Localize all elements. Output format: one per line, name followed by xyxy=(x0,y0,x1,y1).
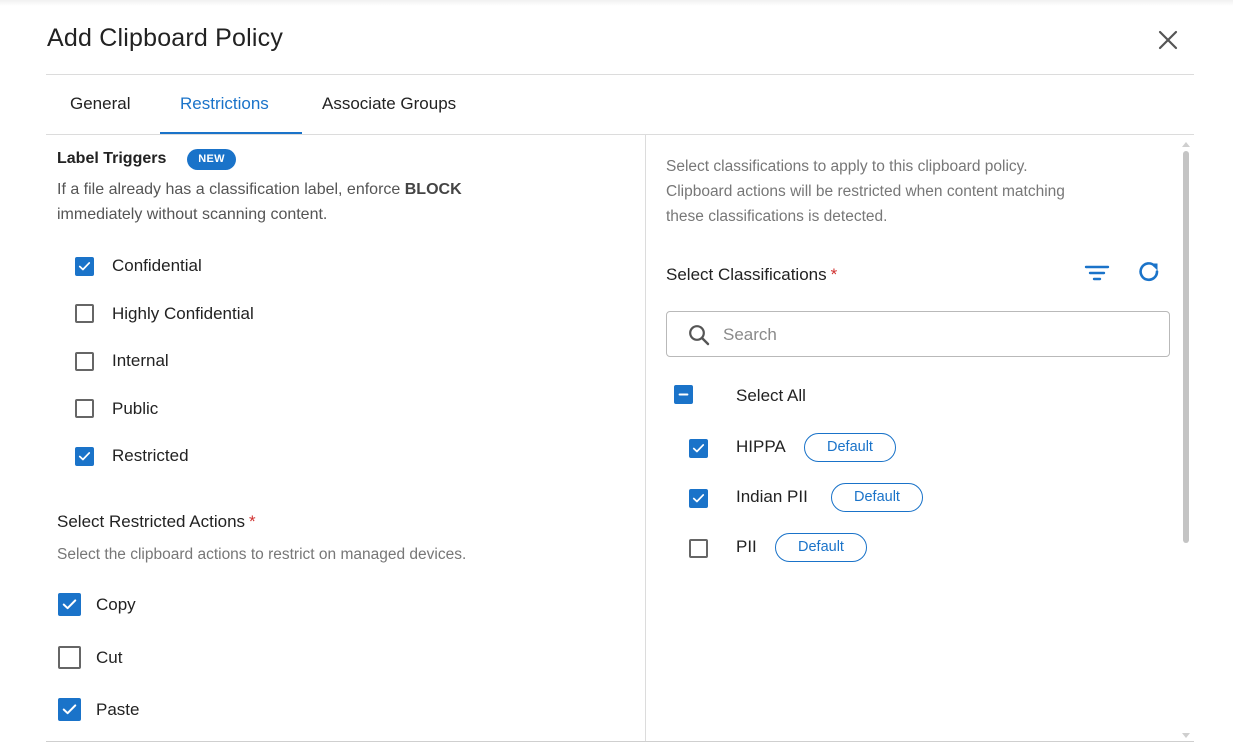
checkbox-internal[interactable] xyxy=(75,352,94,371)
description-bold: BLOCK xyxy=(404,181,462,198)
required-mark: * xyxy=(830,265,838,284)
label-paste: Paste xyxy=(96,700,140,719)
check-icon xyxy=(78,452,91,461)
label-triggers-description: If a file already has a classification l… xyxy=(57,177,617,227)
check-icon xyxy=(78,262,91,271)
panel-divider xyxy=(645,135,646,742)
label-confidential: Confidential xyxy=(112,256,202,275)
classifications-desc-line2: Clipboard actions will be restricted whe… xyxy=(666,183,1065,200)
checkbox-indian-pii[interactable] xyxy=(689,489,708,508)
tab-general[interactable]: General xyxy=(70,94,130,114)
search-field[interactable] xyxy=(666,311,1170,357)
check-icon xyxy=(692,444,705,453)
description-text: If a file already has a classification l… xyxy=(57,181,405,198)
tabs-divider xyxy=(46,134,1194,135)
close-icon xyxy=(1158,30,1178,50)
default-tag: Default xyxy=(775,533,867,562)
header-divider xyxy=(46,74,1194,75)
classifications-desc-line1: Select classifications to apply to this … xyxy=(666,158,1028,175)
checkbox-restricted[interactable] xyxy=(75,447,94,466)
search-input[interactable] xyxy=(723,324,1143,346)
label-restricted: Restricted xyxy=(112,446,189,465)
checkbox-pii[interactable] xyxy=(689,539,708,558)
filter-button[interactable] xyxy=(1083,259,1111,287)
classifications-desc-line3: these classifications is detected. xyxy=(666,208,888,225)
checkbox-public[interactable] xyxy=(75,399,94,418)
required-mark: * xyxy=(249,512,256,531)
restricted-actions-title: Select Restricted Actions * xyxy=(57,512,256,532)
restricted-actions-hint: Select the clipboard actions to restrict… xyxy=(57,546,467,563)
label-indian-pii: Indian PII xyxy=(736,487,808,506)
checkbox-cut[interactable] xyxy=(58,646,81,669)
classifications-description: Select classifications to apply to this … xyxy=(666,154,1166,229)
minus-icon xyxy=(678,393,689,396)
new-badge: NEW xyxy=(187,149,236,170)
select-classifications-title: Select Classifications * xyxy=(666,265,837,285)
label-hippa: HIPPA xyxy=(736,437,786,456)
label-copy: Copy xyxy=(96,595,136,614)
checkbox-paste[interactable] xyxy=(58,698,81,721)
filter-icon xyxy=(1084,265,1110,281)
refresh-button[interactable] xyxy=(1135,258,1163,286)
refresh-icon xyxy=(1139,262,1159,282)
dialog-title: Add Clipboard Policy xyxy=(47,24,284,52)
default-tag: Default xyxy=(831,483,923,512)
scroll-up-icon[interactable] xyxy=(1182,141,1190,147)
select-classifications-title-text: Select Classifications xyxy=(666,265,827,284)
label-highly-confidential: Highly Confidential xyxy=(112,304,254,323)
scroll-down-icon[interactable] xyxy=(1182,733,1190,739)
check-icon xyxy=(62,599,77,610)
checkbox-copy[interactable] xyxy=(58,593,81,616)
scrollbar-thumb[interactable] xyxy=(1183,151,1189,543)
close-button[interactable] xyxy=(1153,25,1183,55)
tab-restrictions[interactable]: Restrictions xyxy=(180,94,269,114)
checkbox-confidential[interactable] xyxy=(75,257,94,276)
tab-associate-groups[interactable]: Associate Groups xyxy=(322,94,456,114)
label-triggers-title: Label Triggers xyxy=(57,150,167,167)
check-icon xyxy=(62,704,77,715)
label-internal: Internal xyxy=(112,351,169,370)
checkbox-select-all[interactable] xyxy=(674,385,693,404)
default-tag: Default xyxy=(804,433,896,462)
label-public: Public xyxy=(112,399,159,418)
search-icon xyxy=(689,325,710,346)
label-pii: PII xyxy=(736,537,757,556)
label-cut: Cut xyxy=(96,648,123,667)
description-text-2: immediately without scanning content. xyxy=(57,206,328,223)
label-select-all: Select All xyxy=(736,386,806,405)
check-icon xyxy=(692,494,705,503)
checkbox-highly-confidential[interactable] xyxy=(75,304,94,323)
top-shadow xyxy=(0,0,1233,6)
checkbox-hippa[interactable] xyxy=(689,439,708,458)
restricted-actions-title-text: Select Restricted Actions xyxy=(57,512,246,531)
